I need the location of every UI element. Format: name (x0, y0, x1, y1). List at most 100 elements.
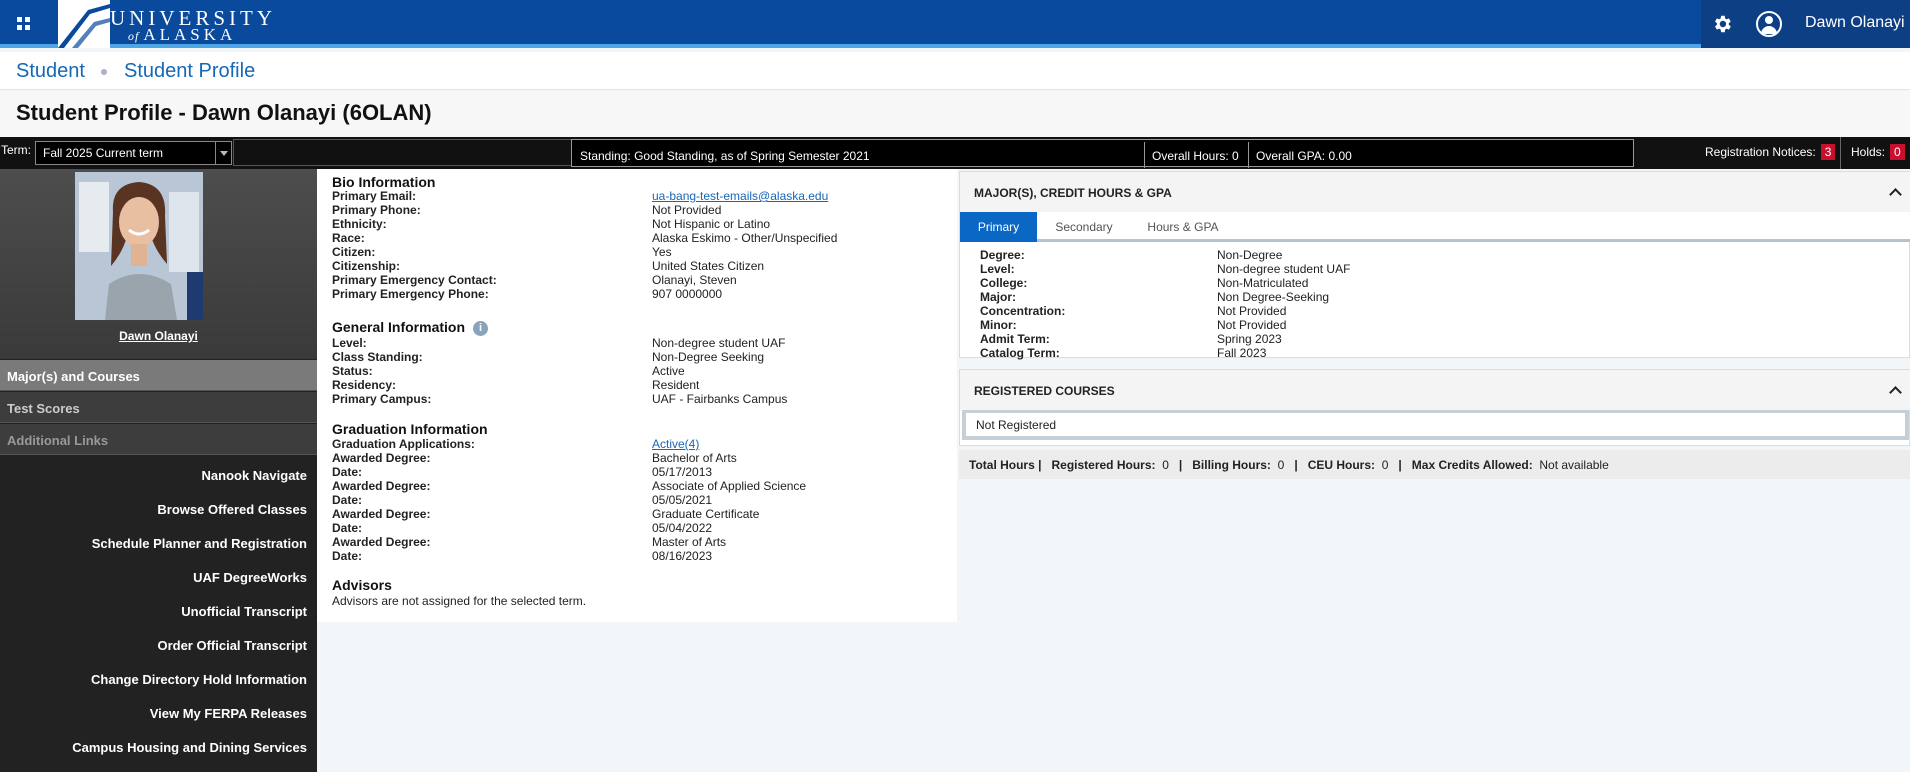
separator: | (1294, 458, 1298, 472)
general-title-text: General Information (332, 319, 466, 335)
chevron-up-icon[interactable] (1889, 384, 1901, 396)
divider (1248, 142, 1249, 168)
row-value: Resident (652, 378, 700, 392)
apps-grid-icon[interactable] (10, 10, 38, 38)
link-campus-housing[interactable]: Campus Housing and Dining Services (0, 740, 307, 755)
row-label: Residency: (332, 378, 397, 392)
row-value: Active (652, 364, 685, 378)
general-row: Status: Active (332, 364, 952, 378)
row-label: Degree: (980, 248, 1025, 262)
term-bar-spacer (233, 139, 572, 166)
row-label: Concentration: (980, 304, 1066, 318)
tab-secondary[interactable]: Secondary (1037, 212, 1131, 242)
info-icon[interactable]: i (473, 321, 489, 336)
graduation-row: Graduation Applications: Active(4) (332, 437, 952, 451)
breadcrumb-student[interactable]: Student (16, 60, 85, 83)
sidebar-item-test-scores[interactable]: Test Scores (0, 392, 317, 423)
sidebar-item-majors-courses[interactable]: Major(s) and Courses (0, 360, 317, 391)
registration-notices[interactable]: Registration Notices: 3 (1705, 144, 1836, 160)
max-credits-value: Not available (1539, 458, 1609, 472)
registered-hours-value: 0 (1162, 458, 1169, 472)
breadcrumb-student-profile[interactable]: Student Profile (124, 60, 255, 83)
registration-notices-label: Registration Notices: (1705, 145, 1816, 159)
row-value: Not Provided (1217, 304, 1287, 318)
sidebar-item-additional-links[interactable]: Additional Links (0, 424, 317, 455)
bio-row: Primary Emergency Contact: Olanayi, Steve… (332, 273, 952, 287)
row-value: Alaska Eskimo - Other/Unspecified (652, 231, 838, 245)
row-label: Citizen: (332, 245, 376, 259)
row-label: Awarded Degree: (332, 451, 431, 465)
chevron-down-icon[interactable] (215, 142, 231, 164)
row-label: Primary Emergency Phone: (332, 287, 489, 301)
row-label: College: (980, 276, 1028, 290)
divider (1144, 142, 1145, 168)
row-value: Olanayi, Steven (652, 273, 737, 287)
gear-icon[interactable] (1711, 13, 1733, 35)
majors-card-title: MAJOR(S), CREDIT HOURS & GPA (974, 186, 1172, 200)
graduation-row: Date: 05/17/2013 (332, 465, 952, 479)
row-label: Awarded Degree: (332, 507, 431, 521)
university-logo[interactable]: UNIVERSITY of ALASKA (58, 0, 272, 48)
row-label: Primary Email: (332, 189, 417, 203)
logo-text-alaska: of ALASKA (128, 25, 236, 45)
standing-text: Standing: Good Standing, as of Spring Se… (580, 149, 870, 163)
link-order-official-transcript[interactable]: Order Official Transcript (0, 638, 307, 653)
bio-rows: Primary Email: ua-bang-test-emails@alaska… (332, 189, 952, 301)
row-value: Non-Degree Seeking (652, 350, 765, 364)
link-directory-hold[interactable]: Change Directory Hold Information (0, 672, 307, 687)
billing-hours-label: Billing Hours: (1192, 458, 1271, 472)
row-label: Citizenship: (332, 259, 400, 273)
link-unofficial-transcript[interactable]: Unofficial Transcript (0, 604, 307, 619)
row-label: Awarded Degree: (332, 535, 431, 549)
email-link[interactable]: ua-bang-test-emails@alaska.edu (652, 189, 828, 203)
row-value: Bachelor of Arts (652, 451, 737, 465)
row-value: 907 0000000 (652, 287, 723, 301)
link-ferpa-releases[interactable]: View My FERPA Releases (0, 706, 307, 721)
row-label: Awarded Degree: (332, 479, 431, 493)
tab-primary[interactable]: Primary (960, 212, 1037, 242)
advisors-title: Advisors (332, 577, 392, 593)
row-value: Master of Arts (652, 535, 727, 549)
general-rows: Level: Non-degree student UAF Class Stand… (332, 336, 952, 406)
row-label: Primary Phone: (332, 203, 421, 217)
row-label: Race: (332, 231, 365, 245)
header-username[interactable]: Dawn Olanayi (1805, 14, 1905, 32)
hours-totals: Total Hours | Registered Hours: 0 | Bill… (959, 450, 1910, 479)
bio-row: Citizenship: United States Citizen (332, 259, 952, 273)
row-value: Fall 2023 (1217, 346, 1267, 360)
standing-value: Good Standing, as of Spring Semester 202… (634, 149, 870, 163)
link-nanook-navigate[interactable]: Nanook Navigate (0, 468, 307, 483)
left-sidebar: Dawn Olanayi Major(s) and Courses Test S… (0, 169, 317, 772)
bio-title: Bio Information (332, 174, 436, 190)
top-header: UNIVERSITY of ALASKA Dawn Olanayi (0, 0, 1910, 48)
general-row: Class Standing: Non-Degree Seeking (332, 350, 952, 364)
term-select[interactable]: Fall 2025 Current term (35, 141, 232, 165)
row-value: United States Citizen (652, 259, 765, 273)
tab-hours-gpa[interactable]: Hours & GPA (1131, 212, 1235, 242)
user-avatar-icon[interactable] (1756, 11, 1782, 37)
general-title: General Information i (332, 319, 489, 336)
graduation-row: Date: 05/05/2021 (332, 493, 952, 507)
bio-row: Primary Email: ua-bang-test-emails@alaska… (332, 189, 952, 203)
ceu-hours-label: CEU Hours: (1307, 458, 1376, 472)
breadcrumb-separator (101, 69, 107, 75)
holds[interactable]: Holds: 0 (1851, 144, 1905, 160)
student-name-link[interactable]: Dawn Olanayi (0, 329, 317, 343)
breadcrumb: Student Student Profile (0, 52, 1910, 90)
link-browse-offered-classes[interactable]: Browse Offered Classes (0, 502, 307, 517)
graduation-row: Awarded Degree: Bachelor of Arts (332, 451, 952, 465)
row-label: Date: (332, 493, 363, 507)
total-hours-label: Total Hours | (969, 458, 1042, 472)
chevron-up-icon[interactable] (1889, 186, 1901, 198)
link-uaf-degreeworks[interactable]: UAF DegreeWorks (0, 570, 307, 585)
graduation-applications-link[interactable]: Active(4) (652, 437, 699, 451)
term-bar: Term: Fall 2025 Current term Standing: G… (0, 137, 1910, 169)
link-schedule-planner[interactable]: Schedule Planner and Registration (0, 536, 307, 551)
row-label: Ethnicity: (332, 217, 387, 231)
row-label: Class Standing: (332, 350, 423, 364)
general-row: Level: Non-degree student UAF (332, 336, 952, 350)
row-value: Associate of Applied Science (652, 479, 807, 493)
majors-card: MAJOR(S), CREDIT HOURS & GPA Primary Sec… (959, 171, 1910, 360)
graduation-row: Date: 05/04/2022 (332, 521, 952, 535)
bio-row: Citizen: Yes (332, 245, 952, 259)
